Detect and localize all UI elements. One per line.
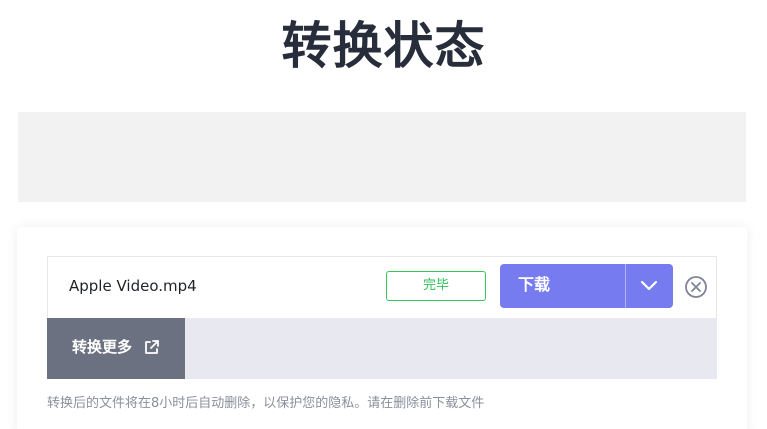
file-name: Apple Video.mp4	[69, 277, 197, 295]
status-badge: 完毕	[386, 271, 486, 301]
conversion-card: Apple Video.mp4 完毕 下载 转换更多 转换后的文件将在8小时后自…	[17, 227, 747, 429]
file-row: Apple Video.mp4 完毕 下载	[47, 256, 717, 319]
close-circle-icon	[685, 276, 707, 298]
download-options-toggle[interactable]	[626, 264, 673, 308]
deletion-notice: 转换后的文件将在8小时后自动删除，以保护您的隐私。请在删除前下载文件	[47, 396, 485, 411]
convert-more-button[interactable]: 转换更多	[47, 318, 185, 379]
actions-bar: 转换更多	[47, 318, 717, 379]
convert-more-label: 转换更多	[72, 338, 133, 356]
ad-placeholder	[18, 112, 746, 202]
chevron-down-icon	[640, 280, 658, 291]
download-button[interactable]: 下载	[500, 264, 625, 308]
page-title: 转换状态	[281, 17, 486, 75]
remove-file-button[interactable]	[684, 275, 708, 299]
external-link-icon	[145, 340, 159, 354]
conversion-status-page: 转换状态 Apple Video.mp4 完毕 下载 转换更多 转换后的文件将在…	[0, 0, 767, 429]
download-button-group: 下载	[500, 264, 673, 308]
